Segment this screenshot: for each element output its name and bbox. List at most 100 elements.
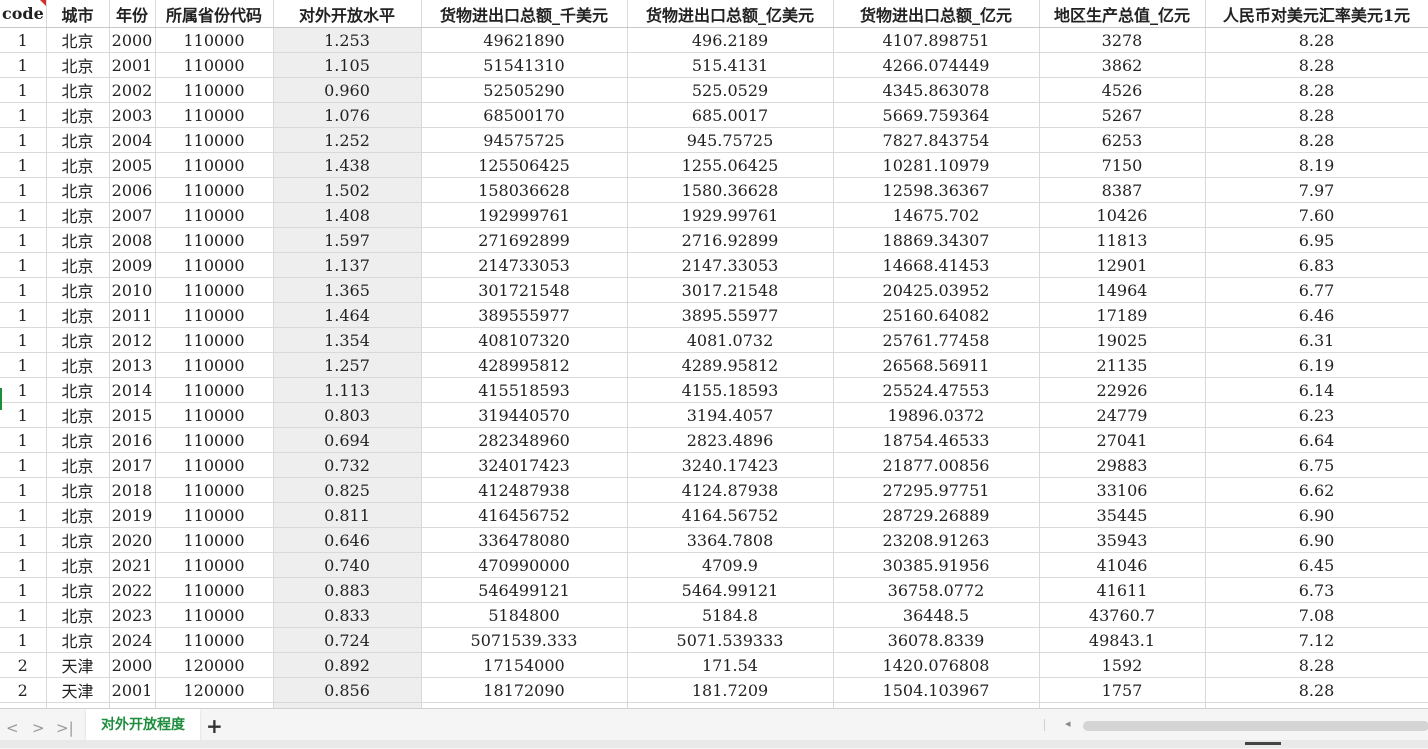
table-cell[interactable]: 110000 — [155, 302, 274, 328]
table-cell[interactable]: 1.252 — [273, 127, 422, 153]
table-cell[interactable]: 5071539.333 — [421, 627, 628, 653]
table-cell[interactable]: 49621890 — [421, 27, 628, 53]
table-cell[interactable]: 3017.21548 — [627, 277, 834, 303]
last-sheet-icon[interactable]: >| — [56, 719, 74, 737]
table-cell[interactable]: 1 — [0, 177, 47, 203]
table-cell[interactable]: 2016 — [109, 427, 156, 453]
table-cell[interactable]: 天津 — [46, 677, 110, 703]
table-cell[interactable]: 4709.9 — [627, 552, 834, 578]
table-cell[interactable]: 6.90 — [1205, 527, 1428, 553]
table-cell[interactable]: 1420.076808 — [833, 652, 1040, 678]
table-cell[interactable]: 6.31 — [1205, 327, 1428, 353]
table-cell[interactable]: 36078.8339 — [833, 627, 1040, 653]
table-cell[interactable]: 282348960 — [421, 427, 628, 453]
table-cell[interactable]: 1 — [0, 252, 47, 278]
table-cell[interactable]: 23208.91263 — [833, 527, 1040, 553]
table-cell[interactable]: 5184.8 — [627, 602, 834, 628]
table-cell[interactable]: 110000 — [155, 252, 274, 278]
table-cell[interactable]: 1.597 — [273, 227, 422, 253]
table-cell[interactable]: 416456752 — [421, 502, 628, 528]
table-cell[interactable]: 0.732 — [273, 452, 422, 478]
table-cell[interactable]: 1 — [0, 52, 47, 78]
column-header[interactable]: 货物进出口总额_亿美元 — [627, 0, 834, 28]
table-cell[interactable]: 北京 — [46, 452, 110, 478]
table-cell[interactable]: 19896.0372 — [833, 402, 1040, 428]
table-cell[interactable]: 3895.55977 — [627, 302, 834, 328]
table-cell[interactable]: 1.257 — [273, 352, 422, 378]
table-cell[interactable]: 43760.7 — [1039, 602, 1206, 628]
table-cell[interactable]: 4345.863078 — [833, 77, 1040, 103]
table-cell[interactable]: 8.28 — [1205, 677, 1428, 703]
table-cell[interactable]: 110000 — [155, 177, 274, 203]
table-cell[interactable]: 4155.18593 — [627, 377, 834, 403]
table-cell[interactable]: 北京 — [46, 277, 110, 303]
table-cell[interactable]: 北京 — [46, 602, 110, 628]
table-cell[interactable]: 北京 — [46, 27, 110, 53]
table-cell[interactable]: 18869.34307 — [833, 227, 1040, 253]
table-cell[interactable]: 1 — [0, 377, 47, 403]
table-cell[interactable]: 2002 — [109, 77, 156, 103]
column-header[interactable]: 货物进出口总额_千美元 — [421, 0, 628, 28]
table-cell[interactable]: 36448.5 — [833, 602, 1040, 628]
table-cell[interactable]: 110000 — [155, 452, 274, 478]
column-header[interactable]: 所属省份代码 — [155, 0, 274, 28]
table-cell[interactable]: 北京 — [46, 152, 110, 178]
table-cell[interactable]: 6.46 — [1205, 302, 1428, 328]
table-cell[interactable]: 110000 — [155, 427, 274, 453]
table-cell[interactable]: 0.803 — [273, 402, 422, 428]
table-cell[interactable]: 110000 — [155, 577, 274, 603]
table-cell[interactable]: 8.28 — [1205, 102, 1428, 128]
table-cell[interactable]: 8.28 — [1205, 27, 1428, 53]
table-cell[interactable]: 1 — [0, 352, 47, 378]
table-cell[interactable]: 2006 — [109, 177, 156, 203]
table-cell[interactable]: 北京 — [46, 627, 110, 653]
table-cell[interactable]: 158036628 — [421, 177, 628, 203]
table-cell[interactable]: 2021 — [109, 552, 156, 578]
table-cell[interactable]: 4266.074449 — [833, 52, 1040, 78]
prev-sheet-icon[interactable]: > — [32, 719, 45, 737]
table-cell[interactable]: 6.62 — [1205, 477, 1428, 503]
table-cell[interactable]: 49843.1 — [1039, 627, 1206, 653]
table-cell[interactable]: 北京 — [46, 77, 110, 103]
table-cell[interactable]: 北京 — [46, 52, 110, 78]
table-cell[interactable]: 21135 — [1039, 352, 1206, 378]
table-cell[interactable]: 0.833 — [273, 602, 422, 628]
table-cell[interactable]: 1580.36628 — [627, 177, 834, 203]
table-cell[interactable]: 3862 — [1039, 52, 1206, 78]
table-cell[interactable]: 5464.99121 — [627, 577, 834, 603]
table-cell[interactable]: 1 — [0, 127, 47, 153]
table-cell[interactable]: 192999761 — [421, 202, 628, 228]
table-cell[interactable]: 北京 — [46, 402, 110, 428]
table-cell[interactable]: 110000 — [155, 552, 274, 578]
table-cell[interactable]: 110000 — [155, 527, 274, 553]
column-header[interactable]: 对外开放水平 — [273, 0, 422, 28]
table-cell[interactable]: 4164.56752 — [627, 502, 834, 528]
table-cell[interactable]: 1 — [0, 27, 47, 53]
table-cell[interactable]: 319440570 — [421, 402, 628, 428]
table-cell[interactable]: 10426 — [1039, 202, 1206, 228]
table-cell[interactable]: 685.0017 — [627, 102, 834, 128]
table-cell[interactable]: 1.464 — [273, 302, 422, 328]
table-cell[interactable]: 1 — [0, 527, 47, 553]
table-cell[interactable]: 2716.92899 — [627, 227, 834, 253]
table-cell[interactable]: 1 — [0, 552, 47, 578]
table-cell[interactable]: 428995812 — [421, 352, 628, 378]
table-cell[interactable]: 5071.539333 — [627, 627, 834, 653]
table-cell[interactable]: 8.28 — [1205, 77, 1428, 103]
table-cell[interactable]: 4081.0732 — [627, 327, 834, 353]
table-cell[interactable]: 7150 — [1039, 152, 1206, 178]
table-cell[interactable]: 2003 — [109, 102, 156, 128]
table-cell[interactable]: 1 — [0, 402, 47, 428]
table-cell[interactable]: 0.892 — [273, 652, 422, 678]
table-cell[interactable]: 496.2189 — [627, 27, 834, 53]
table-cell[interactable]: 7.08 — [1205, 602, 1428, 628]
table-cell[interactable]: 11813 — [1039, 227, 1206, 253]
table-cell[interactable]: 2018 — [109, 477, 156, 503]
table-cell[interactable]: 北京 — [46, 352, 110, 378]
table-cell[interactable]: 33106 — [1039, 477, 1206, 503]
table-cell[interactable]: 北京 — [46, 127, 110, 153]
table-cell[interactable]: 14668.41453 — [833, 252, 1040, 278]
table-cell[interactable]: 北京 — [46, 577, 110, 603]
horizontal-scrollbar[interactable]: ◂ — [1044, 717, 1428, 731]
table-cell[interactable]: 214733053 — [421, 252, 628, 278]
